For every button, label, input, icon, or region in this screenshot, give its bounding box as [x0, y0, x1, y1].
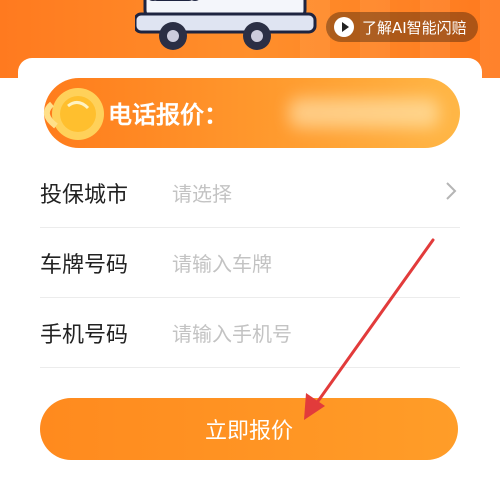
city-row[interactable]: 投保城市 请选择 [40, 157, 460, 228]
plate-input[interactable]: 请输入车牌 [172, 248, 272, 277]
ai-claim-label: 了解AI智能闪赔 [362, 18, 467, 37]
phone-input[interactable]: 请输入手机号 [172, 318, 292, 347]
get-quote-button[interactable]: 立即报价 [40, 398, 458, 460]
city-label: 投保城市 [40, 183, 129, 208]
play-icon [334, 17, 354, 37]
phone-label: 手机号码 [40, 323, 129, 348]
plate-row: 车牌号码 请输入车牌 [40, 227, 460, 298]
truck-illustration [135, 0, 317, 50]
ai-claim-button[interactable]: 了解AI智能闪赔 [326, 12, 478, 42]
chevron-right-icon [446, 182, 457, 200]
coin-icon [43, 88, 104, 140]
blurred-phone-number [289, 98, 439, 128]
city-select[interactable]: 请选择 [172, 178, 232, 207]
phone-row: 手机号码 请输入手机号 [40, 297, 460, 368]
plate-label: 车牌号码 [40, 253, 129, 278]
phone-quote-title: 电话报价： [108, 101, 228, 129]
